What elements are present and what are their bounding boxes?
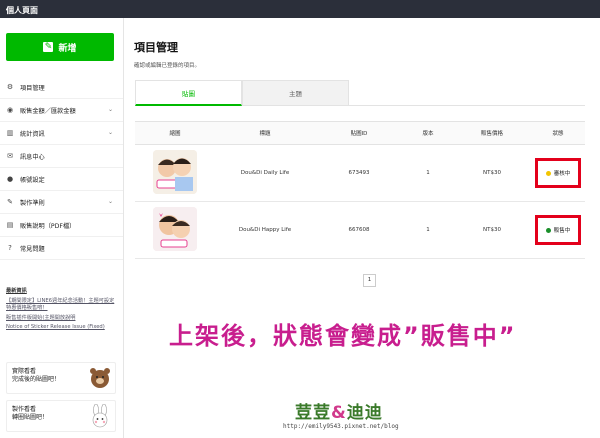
sidebar-item-label: 製作準則 bbox=[20, 199, 45, 207]
row-sticker-id: 673493 bbox=[348, 170, 370, 176]
gear-icon: ⚙ bbox=[6, 83, 14, 91]
sidebar-menu: ⚙ 項目管理 ◉ 販售金額／匯款金額 ⌄ ▥ 統計資訊 ⌄ ✉ 訊息中心 ● 帳… bbox=[0, 76, 123, 260]
news-link[interactable]: 販售插件版開始(主題開放說明 bbox=[6, 315, 118, 323]
coins-icon: ◉ bbox=[6, 106, 14, 114]
table-row[interactable]: Dou&Di Happy Life 667608 1 NT$30 販售中 bbox=[135, 202, 585, 259]
top-bar: 個人頁面 bbox=[0, 0, 600, 18]
sidebar-item-sales-amount[interactable]: ◉ 販售金額／匯款金額 ⌄ bbox=[0, 99, 123, 122]
new-item-button[interactable]: ✎ 新增 bbox=[6, 33, 114, 61]
main-content: 項目管理 確認或編輯已登錄的項目。 貼圖 主題 縮圖 標題 貼圖ID 版本 販售… bbox=[125, 18, 600, 438]
header-thumbnail: 縮圖 bbox=[169, 131, 181, 137]
chevron-down-icon: ⌄ bbox=[107, 106, 113, 113]
watermark-part2: 迪迪 bbox=[346, 403, 383, 423]
news-title: 最新資訊 bbox=[6, 288, 27, 294]
sidebar-item-label: 帳號設定 bbox=[20, 176, 45, 184]
sidebar-item-statistics[interactable]: ▥ 統計資訊 ⌄ bbox=[0, 122, 123, 145]
table-row[interactable]: Dou&Di Daily Life 673493 1 NT$30 審核中 bbox=[135, 145, 585, 202]
header-status: 狀態 bbox=[552, 131, 564, 137]
header-price: 販售價格 bbox=[480, 131, 503, 137]
thumbnail-cell bbox=[135, 150, 215, 196]
pagination-page-1[interactable]: 1 bbox=[363, 274, 376, 287]
brown-bear-icon bbox=[90, 368, 110, 388]
chart-icon: ▥ bbox=[6, 129, 14, 137]
news-link[interactable]: Notice of Sticker Release Issue (Fixed) bbox=[6, 324, 118, 332]
tab-stickers[interactable]: 貼圖 bbox=[135, 80, 242, 106]
status-dot-icon bbox=[545, 227, 551, 233]
row-title: Dou&Di Happy Life bbox=[238, 227, 292, 233]
sidebar-item-project-management[interactable]: ⚙ 項目管理 bbox=[0, 76, 123, 99]
sidebar-item-faq[interactable]: ? 常見問題 bbox=[0, 237, 123, 260]
chevron-down-icon: ⌄ bbox=[107, 198, 113, 205]
page-title: 項目管理 bbox=[134, 41, 178, 54]
row-version: 1 bbox=[426, 227, 430, 233]
status-dot-icon bbox=[545, 170, 551, 176]
tab-bar: 貼圖 主題 bbox=[135, 80, 585, 106]
tab-themes[interactable]: 主題 bbox=[242, 80, 349, 106]
sidebar-item-label: 販售金額／匯款金額 bbox=[20, 107, 76, 115]
topbar-title: 個人頁面 bbox=[6, 6, 38, 15]
annotation-caption: 上架後，狀態會變成”販售中” bbox=[169, 322, 517, 350]
status-badge: 審核中 bbox=[535, 158, 581, 188]
row-title: Dou&Di Daily Life bbox=[240, 170, 290, 176]
status-text: 販售中 bbox=[553, 228, 571, 234]
row-price: NT$30 bbox=[483, 227, 501, 233]
blog-watermark: 荳荳&迪迪 bbox=[295, 398, 383, 423]
status-badge: 販售中 bbox=[535, 215, 581, 245]
row-sticker-id: 667608 bbox=[348, 227, 370, 233]
user-icon: ● bbox=[6, 175, 14, 183]
pencil-icon: ✎ bbox=[7, 198, 13, 206]
promo-make-stickers[interactable]: 製作看看 轉圈貼圖吧！ bbox=[6, 400, 116, 432]
status-cell: 審核中 bbox=[531, 158, 585, 188]
sidebar-item-messages[interactable]: ✉ 訊息中心 bbox=[0, 145, 123, 168]
edit-plus-icon: ✎ bbox=[43, 42, 54, 52]
sidebar-item-label: 項目管理 bbox=[20, 84, 45, 92]
book-icon: ▤ bbox=[6, 221, 14, 229]
row-price: NT$30 bbox=[483, 170, 501, 176]
sidebar-item-label: 統計資訊 bbox=[20, 130, 45, 138]
sidebar-item-label: 常見問題 bbox=[20, 245, 45, 253]
sticker-thumbnail[interactable] bbox=[153, 207, 197, 251]
items-table: 縮圖 標題 貼圖ID 版本 販售價格 狀態 Dou&Di Daily Life bbox=[135, 121, 585, 259]
sticker-thumbnail[interactable] bbox=[153, 150, 197, 194]
sidebar-item-account-settings[interactable]: ● 帳號設定 bbox=[0, 168, 123, 191]
sidebar-item-label: 訊息中心 bbox=[20, 153, 45, 161]
message-icon: ✉ bbox=[7, 152, 13, 160]
chevron-down-icon: ⌄ bbox=[107, 129, 113, 136]
watermark-part1: 荳荳 bbox=[295, 403, 331, 423]
new-item-label: 新增 bbox=[58, 43, 77, 54]
table-header: 縮圖 標題 貼圖ID 版本 販售價格 狀態 bbox=[135, 121, 585, 145]
question-icon: ? bbox=[8, 244, 12, 252]
news-link[interactable]: 【期間限定】LINE6週年紀念活動！主題可設定特惠價格販售唷！ bbox=[6, 298, 118, 313]
blog-url: http://emily9543.pixnet.net/blog bbox=[283, 423, 399, 430]
header-version: 版本 bbox=[422, 131, 434, 137]
sidebar-item-sales-guide-pdf[interactable]: ▤ 販售說明（PDF檔） bbox=[0, 214, 123, 237]
header-sticker-id: 貼圖ID bbox=[350, 131, 368, 137]
sidebar-item-guidelines[interactable]: ✎ 製作準則 ⌄ bbox=[0, 191, 123, 214]
news-section: 最新資訊 【期間限定】LINE6週年紀念活動！主題可設定特惠價格販售唷！ 販售插… bbox=[6, 288, 118, 334]
header-title: 標題 bbox=[259, 131, 271, 137]
sidebar-item-label: 販售說明（PDF檔） bbox=[20, 222, 76, 230]
sidebar: ✎ 新增 ⚙ 項目管理 ◉ 販售金額／匯款金額 ⌄ ▥ 統計資訊 ⌄ ✉ 訊息中… bbox=[0, 18, 124, 438]
promo-view-stickers[interactable]: 實際看看 完成後的貼圖吧！ bbox=[6, 362, 116, 394]
page-description: 確認或編輯已登錄的項目。 bbox=[134, 63, 201, 69]
status-text: 審核中 bbox=[553, 171, 571, 177]
status-cell: 販售中 bbox=[531, 215, 585, 245]
cony-bunny-icon bbox=[92, 404, 108, 428]
watermark-amp: & bbox=[331, 403, 347, 423]
row-version: 1 bbox=[426, 170, 430, 176]
thumbnail-cell bbox=[135, 207, 215, 253]
